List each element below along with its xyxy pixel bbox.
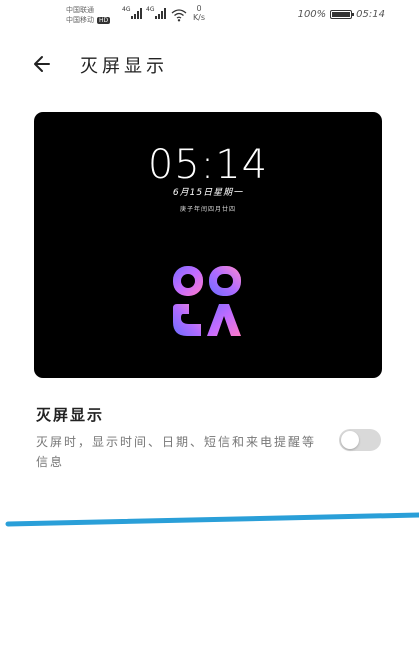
status-bar: 中国联通 中国移动 HD 4G 4G 0 K/s 100% 05:14 — [0, 0, 419, 34]
setting-title: 灭屏显示 — [36, 406, 105, 424]
app-header: 灭屏显示 — [0, 46, 419, 82]
carrier-1-name: 中国联通 — [66, 6, 94, 14]
sim2-network-label: 4G — [146, 6, 155, 13]
network-speed-unit: K/s — [192, 13, 206, 22]
aod-toggle-switch[interactable] — [339, 429, 381, 451]
carrier-2-name: 中国移动 — [66, 16, 94, 24]
network-speed-value: 0 — [196, 4, 202, 13]
signal-sim1-icon: 4G — [122, 6, 143, 19]
network-speed: 0 K/s — [189, 4, 209, 22]
wifi-icon — [171, 9, 187, 22]
status-right: 100% 05:14 — [298, 9, 385, 20]
sim1-network-label: 4G — [122, 6, 131, 13]
status-time: 05:14 — [356, 9, 385, 20]
preview-date: 6月15日星期一 — [172, 188, 244, 198]
battery-icon — [330, 10, 355, 19]
aod-setting-row[interactable]: 灭屏显示 灭屏时，显示时间、日期、短信和来电提醒等信息 — [0, 404, 419, 480]
aod-preview: 05:14 6月15日星期一 庚子年闰四月廿四 — [34, 112, 382, 378]
toggle-knob — [341, 431, 359, 449]
blue-stroke-line — [5, 512, 419, 527]
arrow-left-icon[interactable] — [28, 52, 56, 76]
setting-description: 灭屏时，显示时间、日期、短信和来电提醒等信息 — [36, 435, 317, 469]
hd-badge: HD — [97, 16, 111, 24]
carrier-info: 中国联通 中国移动 HD — [66, 5, 111, 25]
page-title: 灭屏显示 — [80, 56, 168, 77]
signal-sim2-icon: 4G — [146, 6, 167, 19]
preview-lunar-date: 庚子年闰四月廿四 — [179, 206, 236, 213]
abstract-clock-art-icon — [173, 266, 241, 336]
preview-clock: 05:14 — [147, 142, 269, 188]
battery-percent: 100% — [297, 9, 327, 20]
